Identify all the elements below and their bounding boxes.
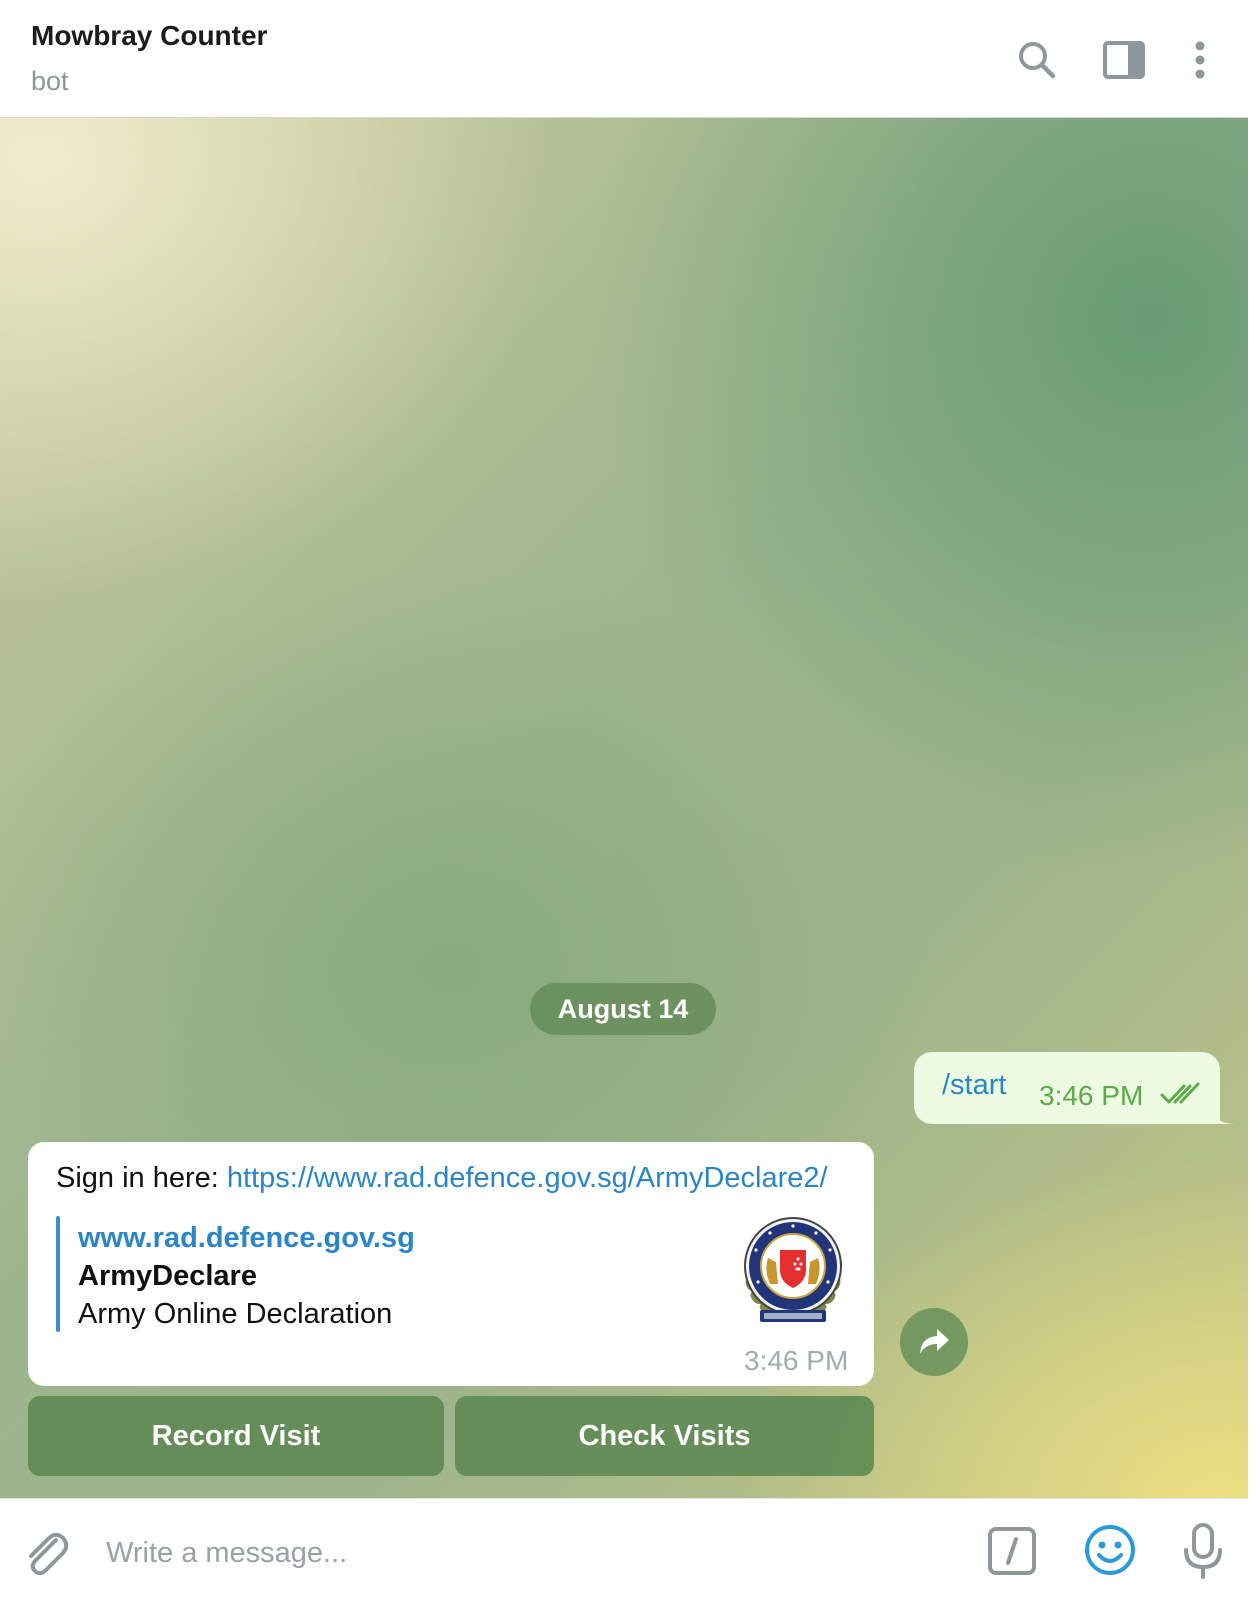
link-preview-accent <box>56 1216 60 1332</box>
record-visit-button[interactable]: Record Visit <box>28 1396 444 1476</box>
outgoing-message-time: 3:46 PM <box>1039 1080 1144 1111</box>
microphone-icon[interactable] <box>1180 1522 1226 1580</box>
check-visits-button[interactable]: Check Visits <box>455 1396 874 1476</box>
chat-header: Mowbray Counter bot <box>0 0 1256 118</box>
share-arrow-icon <box>920 1329 949 1354</box>
message-input[interactable] <box>106 1528 956 1578</box>
message-prefix: Sign in here: <box>56 1162 227 1194</box>
incoming-message-time: 3:46 PM <box>744 1345 849 1376</box>
bubble-tail <box>1212 1108 1236 1124</box>
more-menu-button[interactable] <box>1180 36 1220 84</box>
emoji-icon[interactable] <box>1083 1523 1137 1577</box>
sidebar-panel-icon <box>1103 41 1145 79</box>
share-message-button[interactable] <box>900 1308 968 1376</box>
bot-command-icon[interactable] <box>987 1526 1037 1576</box>
chat-title[interactable]: Mowbray Counter <box>31 20 267 52</box>
more-vertical-icon <box>1195 41 1205 79</box>
outgoing-command-link[interactable]: /start <box>942 1069 1006 1102</box>
date-separator: August 14 <box>530 983 716 1035</box>
message-link[interactable]: https://www.rad.defence.gov.sg/ArmyDecla… <box>227 1162 828 1194</box>
incoming-message-text: Sign in here: https://www.rad.defence.go… <box>56 1162 828 1195</box>
army-crest-icon[interactable] <box>738 1212 848 1330</box>
window-edge <box>1248 0 1256 1600</box>
link-preview-title: ArmyDeclare <box>78 1260 257 1292</box>
chat-subtitle: bot <box>31 66 69 96</box>
double-check-icon <box>1160 1082 1200 1104</box>
link-preview-description: Army Online Declaration <box>78 1298 393 1330</box>
paperclip-icon[interactable] <box>22 1526 68 1578</box>
toggle-sidebar-button[interactable] <box>1100 36 1148 84</box>
search-icon <box>1019 42 1056 79</box>
link-preview-site[interactable]: www.rad.defence.gov.sg <box>78 1222 415 1255</box>
search-button[interactable] <box>1013 36 1061 84</box>
